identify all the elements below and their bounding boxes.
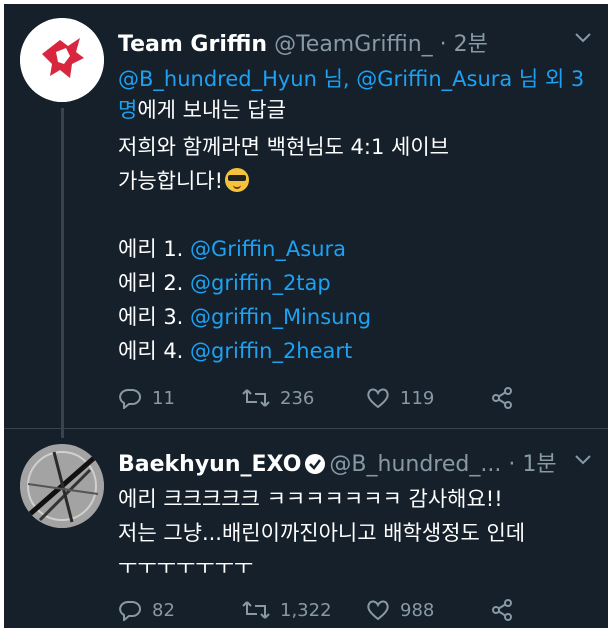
replying-to: @B_hundred_Hyun 님, @Griffin_Asura 님 외 3명… <box>118 64 588 126</box>
mention-link[interactable]: @B_hundred_Hyun 님 <box>118 67 343 91</box>
list-prefix: 에리 1. <box>118 237 191 261</box>
tweet-header: Team Griffin @TeamGriffin_ · 2분 <box>118 26 488 58</box>
tweet-divider <box>4 428 608 429</box>
tweet-actions: 82 1,322 988 <box>118 598 608 622</box>
timestamp[interactable]: 1분 <box>522 452 556 477</box>
avatar-baekhyun[interactable] <box>20 444 104 528</box>
dot-separator: · <box>508 452 516 477</box>
display-name[interactable]: Baekhyun_EXO <box>118 452 301 477</box>
like-count: 119 <box>400 387 435 409</box>
list-prefix: 에리 4. <box>118 339 191 363</box>
mention-link[interactable]: @Griffin_Asura 님 <box>356 67 538 91</box>
avatar-team-griffin[interactable] <box>20 18 104 102</box>
tweet-header: Baekhyun_EXO @B_hundred_... · 1분 <box>118 446 557 478</box>
like-icon <box>367 388 389 409</box>
mention-link[interactable]: @griffin_2heart <box>190 339 352 363</box>
mention-link[interactable]: @Griffin_Asura <box>190 237 346 261</box>
verified-badge-icon <box>305 454 326 474</box>
tweet-text: 저희와 함께라면 백현님도 4:1 세이브 가능합니다! 에리 1. @Grif… <box>118 130 598 368</box>
list-item: 에리 2. @griffin_2tap <box>118 266 598 300</box>
share-icon <box>492 599 512 621</box>
tweet-baekhyun[interactable]: Baekhyun_EXO @B_hundred_... · 1분 에리 크크크크크… <box>4 434 608 628</box>
reply-button[interactable]: 82 <box>118 598 242 622</box>
tweet-text: 에리 크크크크크 ㅋㅋㅋㅋㅋㅋㅋ 감사해요!! 저는 그냥...배린이까진아니고… <box>118 482 598 584</box>
share-button[interactable] <box>490 598 608 622</box>
timestamp[interactable]: 2분 <box>454 32 488 57</box>
retweet-button[interactable]: 236 <box>242 386 366 410</box>
reply-icon <box>119 601 141 621</box>
retweet-icon <box>242 389 270 407</box>
reply-count: 11 <box>152 387 175 409</box>
list-item: 에리 3. @griffin_Minsung <box>118 300 598 334</box>
text-line: 저희와 함께라면 백현님도 4:1 세이브 <box>118 135 449 159</box>
retweet-icon <box>242 601 270 619</box>
like-button[interactable]: 988 <box>366 598 490 622</box>
text-segment: 가능합니다! <box>118 169 224 193</box>
reply-icon <box>119 389 141 409</box>
list-item: 에리 4. @griffin_2heart <box>118 334 598 368</box>
profile-photo-icon <box>20 444 104 528</box>
retweet-count: 236 <box>280 387 315 409</box>
tweet-team-griffin[interactable]: Team Griffin @TeamGriffin_ · 2분 @B_hundr… <box>4 4 608 438</box>
chevron-down-icon[interactable] <box>574 450 592 471</box>
share-button[interactable] <box>490 386 608 410</box>
handle[interactable]: @TeamGriffin_ <box>274 32 433 57</box>
display-name[interactable]: Team Griffin <box>118 32 267 57</box>
share-icon <box>492 387 512 409</box>
text-line: 저는 그냥...배린이까진아니고 배학생정도 인데 <box>118 521 526 545</box>
reply-count: 82 <box>152 599 175 621</box>
text-line: 에리 크크크크크 ㅋㅋㅋㅋㅋㅋㅋ 감사해요!! <box>118 487 503 511</box>
retweet-button[interactable]: 1,322 <box>242 598 366 622</box>
chevron-down-icon[interactable] <box>574 28 592 49</box>
text-line-with-emoji: 가능합니다! <box>118 164 598 198</box>
reply-suffix: 에게 보내는 답글 <box>137 98 286 122</box>
like-button[interactable]: 119 <box>366 386 490 410</box>
retweet-count: 1,322 <box>280 599 332 621</box>
griffin-logo-icon <box>20 18 104 102</box>
like-count: 988 <box>400 599 435 621</box>
handle[interactable]: @B_hundred_... <box>329 452 501 477</box>
reply-button[interactable]: 11 <box>118 386 242 410</box>
tweet-thread: Team Griffin @TeamGriffin_ · 2분 @B_hundr… <box>4 4 608 628</box>
list-prefix: 에리 2. <box>118 271 191 295</box>
comma-separator: , <box>342 67 357 91</box>
dot-separator: · <box>439 32 447 57</box>
sunglasses-emoji-icon <box>225 168 250 192</box>
tweet-actions: 11 236 119 <box>118 386 608 410</box>
like-icon <box>367 600 389 621</box>
text-line: ㅜㅜㅜㅜㅜㅜㅜ <box>118 555 254 579</box>
list-prefix: 에리 3. <box>118 305 191 329</box>
thread-line <box>61 108 64 438</box>
mention-link[interactable]: @griffin_Minsung <box>190 305 371 329</box>
mention-link[interactable]: @griffin_2tap <box>190 271 331 295</box>
list-item: 에리 1. @Griffin_Asura <box>118 232 598 266</box>
